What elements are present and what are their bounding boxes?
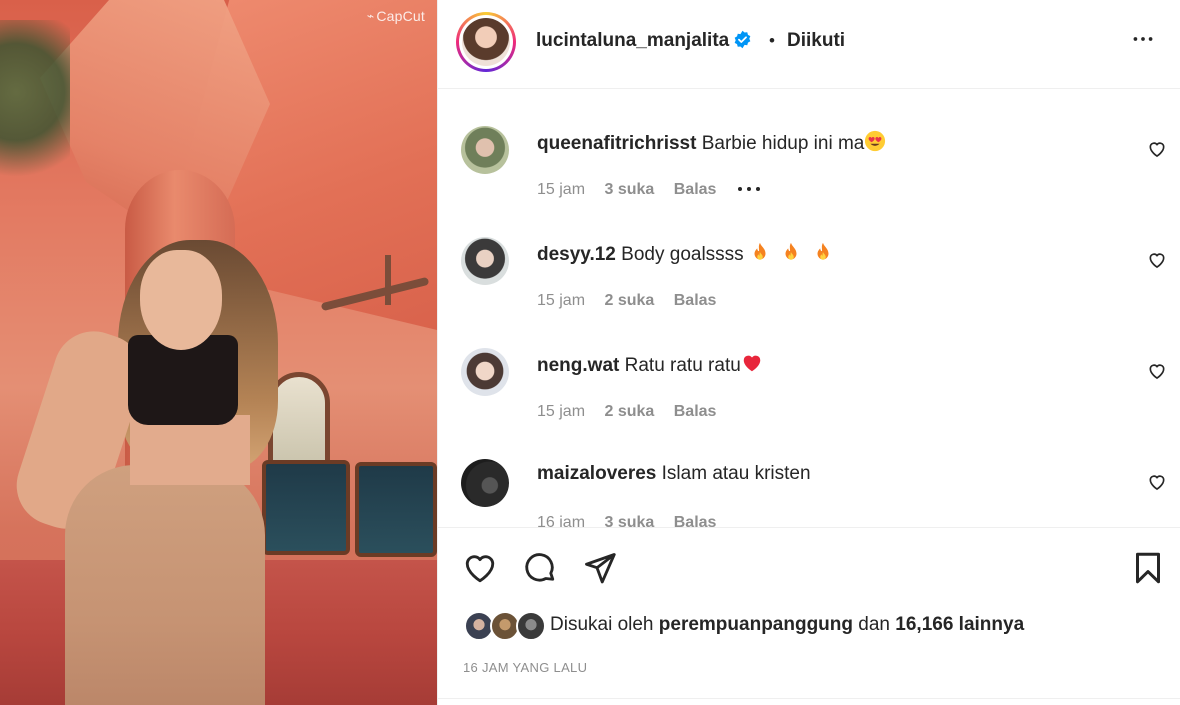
reply-button[interactable]: Balas <box>674 514 717 527</box>
commenter-username[interactable]: desyy.12 <box>537 244 616 265</box>
comment-likes[interactable]: 3 suka <box>604 181 654 198</box>
liked-by-summary[interactable]: Disukai oleh perempuanpanggung dan 16,16… <box>550 614 1024 636</box>
red-heart-emoji-icon <box>743 355 761 372</box>
fire-emoji-icon <box>785 242 797 260</box>
comment-time: 16 jam <box>537 514 586 527</box>
like-heart-icon[interactable] <box>462 550 498 586</box>
commenter-avatar[interactable] <box>461 459 509 507</box>
comment-body: Barbie hidup ini ma <box>701 133 865 154</box>
comment-like-heart-icon[interactable] <box>1147 361 1167 381</box>
post-timestamp: 16 JAM YANG LALU <box>463 660 588 675</box>
media-plant <box>0 20 70 200</box>
comment-meta: 15 jam 3 suka Balas <box>537 181 777 199</box>
author-avatar[interactable] <box>456 12 516 72</box>
avatar-photo <box>462 18 510 66</box>
comment-like-heart-icon[interactable] <box>1147 139 1167 159</box>
comment-time: 15 jam <box>537 403 586 420</box>
liker-avatars[interactable] <box>464 611 546 645</box>
post-media[interactable]: ⌁ CapCut <box>0 0 437 705</box>
fire-emoji-icon <box>817 242 829 260</box>
comment-body: Ratu ratu ratu <box>624 355 741 376</box>
header-separator: • <box>769 31 775 50</box>
post-panel: lucintaluna_manjalita • Diikuti queenafi… <box>437 0 1180 705</box>
post-actions: Disukai oleh perempuanpanggung dan 16,16… <box>438 527 1180 705</box>
commenter-avatar[interactable] <box>461 237 509 285</box>
comment-body: Body goalssss <box>621 244 744 265</box>
comment-item: neng.wat Ratu ratu ratu 15 jam 2 suka Ba… <box>438 312 1180 423</box>
more-options-icon[interactable] <box>1128 26 1158 56</box>
author-username[interactable]: lucintaluna_manjalita <box>536 30 752 52</box>
capcut-logo-icon: ⌁ <box>366 9 375 23</box>
reply-button[interactable]: Balas <box>674 181 717 198</box>
media-person-face <box>140 250 222 350</box>
comment-time: 15 jam <box>537 292 586 309</box>
commenter-avatar[interactable] <box>461 348 509 396</box>
comment-body: Islam atau kristen <box>661 463 811 484</box>
comment-likes[interactable]: 2 suka <box>604 292 654 309</box>
comment-likes[interactable]: 2 suka <box>604 403 654 420</box>
comment-meta: 16 jam 3 suka Balas <box>537 514 731 527</box>
media-person-skirt <box>65 465 265 705</box>
media-chair <box>262 460 350 555</box>
capcut-watermark: ⌁ CapCut <box>366 8 425 24</box>
comment-options-icon[interactable] <box>736 181 762 198</box>
comment-item: queenafitrichrisst Barbie hidup ini ma 1… <box>438 90 1180 201</box>
comment-like-heart-icon[interactable] <box>1147 472 1167 492</box>
media-chair <box>355 462 437 557</box>
commenter-avatar[interactable] <box>461 126 509 174</box>
comment-text: desyy.12 Body goalssss <box>537 241 834 266</box>
comment-meta: 15 jam 2 suka Balas <box>537 403 731 421</box>
reply-button[interactable]: Balas <box>674 403 717 420</box>
comments-list[interactable]: queenafitrichrisst Barbie hidup ini ma 1… <box>438 90 1180 527</box>
fire-emoji-icon <box>754 242 766 260</box>
verified-badge-icon <box>734 30 751 49</box>
liked-by-username[interactable]: perempuanpanggung <box>659 614 853 635</box>
comment-text: neng.wat Ratu ratu ratu <box>537 352 763 377</box>
share-send-icon[interactable] <box>582 550 618 586</box>
comment-text: queenafitrichrisst Barbie hidup ini ma <box>537 130 886 155</box>
liker-avatar <box>516 611 546 641</box>
reply-button[interactable]: Balas <box>674 292 717 309</box>
commenter-username[interactable]: neng.wat <box>537 355 619 376</box>
comment-item: maizaloveres Islam atau kristen 16 jam 3… <box>438 423 1180 527</box>
comment-like-heart-icon[interactable] <box>1147 250 1167 270</box>
commenter-username[interactable]: queenafitrichrisst <box>537 133 696 154</box>
media-person-torso <box>130 415 250 485</box>
post-header: lucintaluna_manjalita • Diikuti <box>438 0 1180 89</box>
comment-item: desyy.12 Body goalssss 15 jam 2 suka Bal… <box>438 201 1180 312</box>
likes-count[interactable]: 16,166 lainnya <box>895 614 1024 635</box>
comment-meta: 15 jam 2 suka Balas <box>537 292 731 310</box>
media-fan-rod <box>385 255 391 305</box>
save-bookmark-icon[interactable] <box>1130 550 1166 586</box>
commenter-username[interactable]: maizaloveres <box>537 463 656 484</box>
comment-time: 15 jam <box>537 181 586 198</box>
divider <box>438 698 1180 699</box>
follow-status-button[interactable]: Diikuti <box>787 30 845 52</box>
heart-eyes-emoji-icon <box>865 130 886 152</box>
comment-icon[interactable] <box>522 550 558 586</box>
comment-likes[interactable]: 3 suka <box>604 514 654 527</box>
comment-text: maizaloveres Islam atau kristen <box>537 463 811 485</box>
